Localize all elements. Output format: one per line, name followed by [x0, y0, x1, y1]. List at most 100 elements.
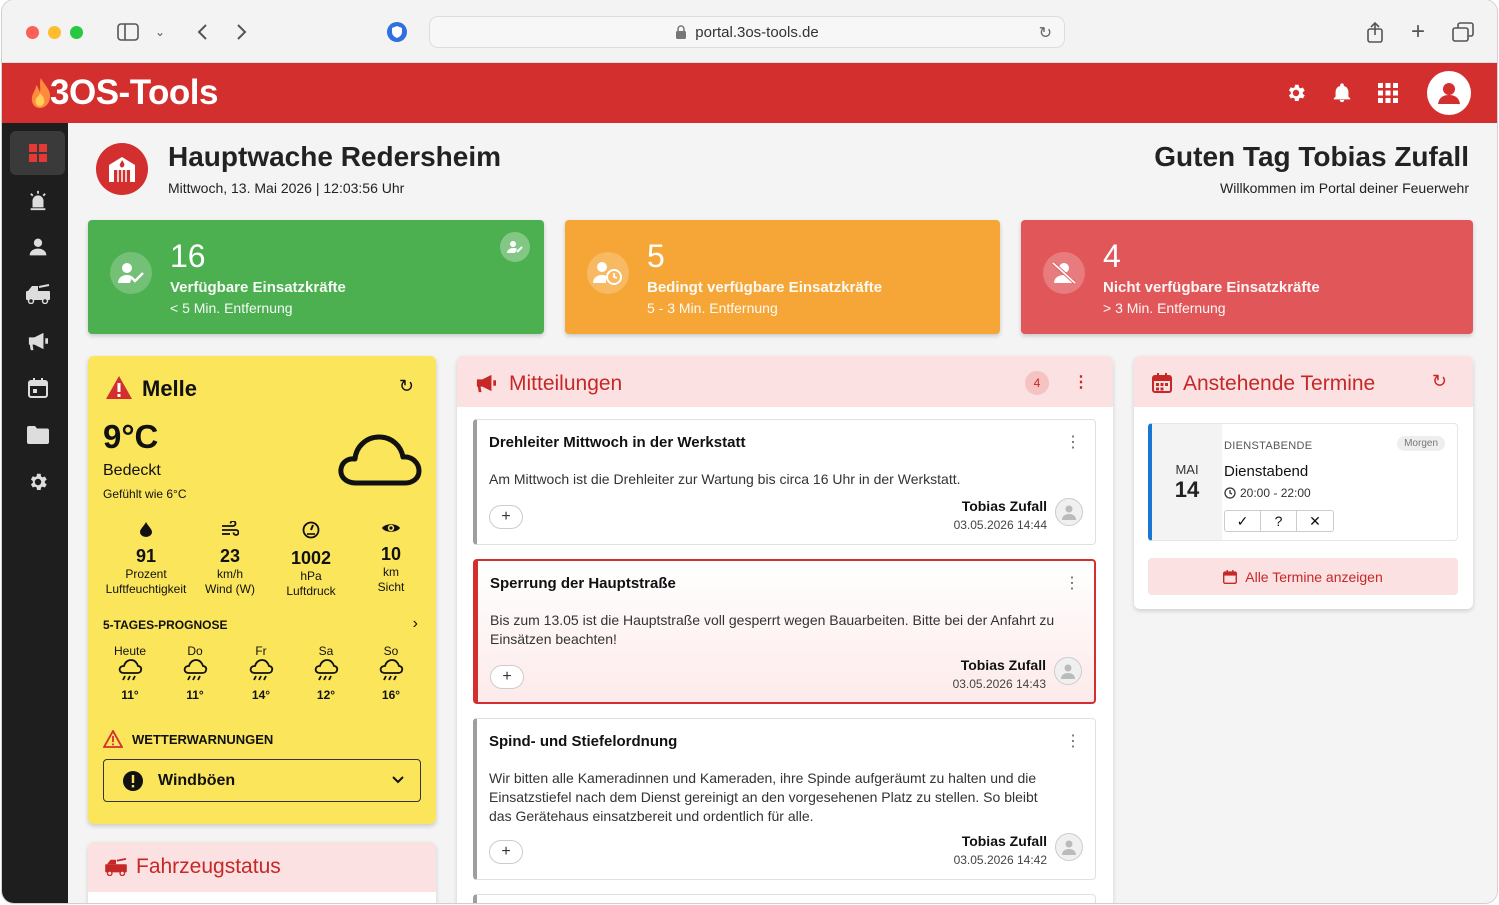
station-title: Hauptwache Redersheim [168, 141, 501, 172]
message-item[interactable] [473, 894, 1096, 903]
weather-warning-label: Windböen [158, 771, 236, 789]
message-author: Tobias Zufall [960, 657, 1046, 673]
vehicle-status-header: Fahrzeugstatus [88, 842, 436, 892]
maximize-window-button[interactable] [70, 26, 83, 39]
sidebar-item-announcements[interactable] [10, 319, 65, 363]
all-events-button[interactable]: Alle Termine anzeigen [1148, 558, 1458, 595]
events-title: Anstehende Termine [1183, 372, 1376, 395]
user-avatar[interactable] [1427, 71, 1471, 115]
refresh-icon[interactable]: ↻ [1432, 371, 1447, 392]
eye-icon [382, 524, 400, 532]
wind-icon [222, 520, 240, 536]
weather-warning-dropdown[interactable]: Windböen [103, 759, 421, 802]
rsvp-yes-button[interactable]: ✓ [1225, 511, 1261, 531]
reload-icon[interactable]: ↻ [1039, 23, 1052, 43]
sidebar-item-personnel[interactable] [10, 225, 65, 269]
stat-card-conditional[interactable]: 5 Bedingt verfügbare Einsatzkräfte 5 - 3… [565, 220, 1000, 334]
messages-header: Mitteilungen 4 ⋮ [457, 356, 1113, 407]
calendar-icon [27, 378, 48, 398]
message-title: Drehleiter Mittwoch in der Werkstatt [489, 434, 746, 451]
forecast-day: Fr 14° [235, 644, 287, 702]
humidity-value: 91 [135, 546, 157, 566]
app-logo[interactable]: 3OS-Tools [30, 73, 218, 112]
gear-icon [30, 473, 47, 490]
minimize-window-button[interactable] [48, 26, 61, 39]
message-date: 03.05.2026 14:42 [953, 853, 1047, 867]
close-window-button[interactable] [26, 26, 39, 39]
event-badge: Morgen [1397, 436, 1445, 451]
sidebar-item-dashboard[interactable] [10, 131, 65, 175]
message-item-urgent[interactable]: Sperrung der Hauptstraße ⋮ Bis zum 13.05… [473, 559, 1096, 704]
event-time: 20:00 - 22:00 [1240, 486, 1311, 500]
forward-icon[interactable] [230, 20, 254, 44]
back-icon[interactable] [190, 20, 214, 44]
tabs-overview-icon[interactable] [1451, 20, 1475, 44]
more-vert-icon[interactable]: ⋮ [1065, 731, 1081, 751]
vehicle-status-card: Fahrzeugstatus [88, 842, 436, 903]
wind-label: Wind (W) [205, 582, 255, 596]
user-icon [1438, 83, 1460, 104]
visibility-unit: km [383, 565, 399, 579]
message-title: Spind- und Stiefelordnung [489, 733, 678, 750]
unavailable-label: Nicht verfügbare Einsatzkräfte [1103, 279, 1320, 296]
rsvp-maybe-button[interactable]: ? [1261, 511, 1297, 531]
calendar-icon [1223, 569, 1238, 584]
alert-circle-icon [123, 770, 143, 791]
share-icon[interactable] [1363, 20, 1387, 44]
message-item[interactable]: Drehleiter Mittwoch in der Werkstatt ⋮ A… [473, 419, 1096, 545]
privacy-shield-icon[interactable] [385, 20, 409, 44]
sidebar-toggle-icon[interactable] [116, 20, 140, 44]
more-vert-icon[interactable]: ⋮ [1073, 372, 1089, 392]
new-tab-icon[interactable]: + [1406, 18, 1430, 45]
folder-icon [26, 426, 49, 444]
apps-grid-icon[interactable] [1374, 79, 1402, 107]
address-bar[interactable]: portal.3os-tools.de ↻ [429, 16, 1065, 48]
fire-truck-icon [105, 858, 127, 876]
browser-window: ⌄ portal.3os-tools.de ↻ + 3OS-Tools Haup… [2, 0, 1497, 903]
more-vert-icon[interactable]: ⋮ [1064, 573, 1080, 593]
message-author: Tobias Zufall [961, 833, 1047, 849]
wind-value: 23 [219, 546, 241, 566]
metric-humidity: 91 Prozent Luftfeuchtigkeit [101, 521, 191, 597]
messages-count-badge: 4 [1025, 371, 1049, 395]
metric-wind: 23 km/h Wind (W) [185, 520, 275, 597]
add-reaction-button[interactable]: + [490, 665, 524, 689]
message-author: Tobias Zufall [961, 498, 1047, 514]
sidebar-item-files[interactable] [10, 413, 65, 457]
calendar-icon [1152, 373, 1172, 393]
rsvp-no-button[interactable]: ✕ [1297, 511, 1333, 531]
message-body: Wir bitten alle Kameradinnen und Kamerad… [489, 770, 1038, 824]
stat-card-available[interactable]: 16 Verfügbare Einsatzkräfte < 5 Min. Ent… [88, 220, 544, 334]
chevron-down-icon [392, 776, 404, 784]
notifications-bell-icon[interactable] [1328, 79, 1356, 107]
stat-card-unavailable[interactable]: 4 Nicht verfügbare Einsatzkräfte > 3 Min… [1021, 220, 1473, 334]
chevron-right-icon[interactable]: › [413, 615, 418, 633]
rain-cloud-icon [118, 659, 143, 681]
weather-feels-like: Gefühlt wie 6°C [103, 487, 187, 501]
add-reaction-button[interactable]: + [489, 840, 523, 864]
user-icon [1062, 840, 1076, 855]
sidebar-item-settings[interactable] [10, 460, 65, 504]
more-vert-icon[interactable]: ⋮ [1065, 432, 1081, 452]
weather-description: Bedeckt [103, 462, 161, 479]
gauge-icon [302, 521, 320, 539]
forecast-temp: 16° [381, 688, 401, 702]
sidebar-item-vehicles[interactable] [10, 272, 65, 316]
sidebar-item-alarms[interactable] [10, 178, 65, 222]
chevron-down-icon[interactable]: ⌄ [148, 20, 172, 44]
url-text: portal.3os-tools.de [695, 23, 819, 41]
event-item[interactable]: MAI 14 DIENSTABENDE Morgen Dienstabend 2… [1148, 423, 1458, 541]
humidity-unit: Prozent [125, 567, 167, 581]
person-check-icon [110, 252, 152, 294]
sidebar [2, 123, 68, 903]
forecast-day-label: Do [187, 644, 203, 658]
sidebar-item-calendar[interactable] [10, 366, 65, 410]
message-item[interactable]: Spind- und Stiefelordnung ⋮ Wir bitten a… [473, 718, 1096, 880]
settings-icon[interactable] [1282, 79, 1310, 107]
refresh-icon[interactable]: ↻ [399, 376, 414, 397]
metric-visibility: 10 km Sicht [346, 521, 436, 595]
warning-outline-icon [103, 730, 123, 748]
person-edit-icon[interactable] [500, 232, 530, 262]
add-reaction-button[interactable]: + [489, 505, 523, 529]
warning-triangle-icon [106, 376, 132, 399]
